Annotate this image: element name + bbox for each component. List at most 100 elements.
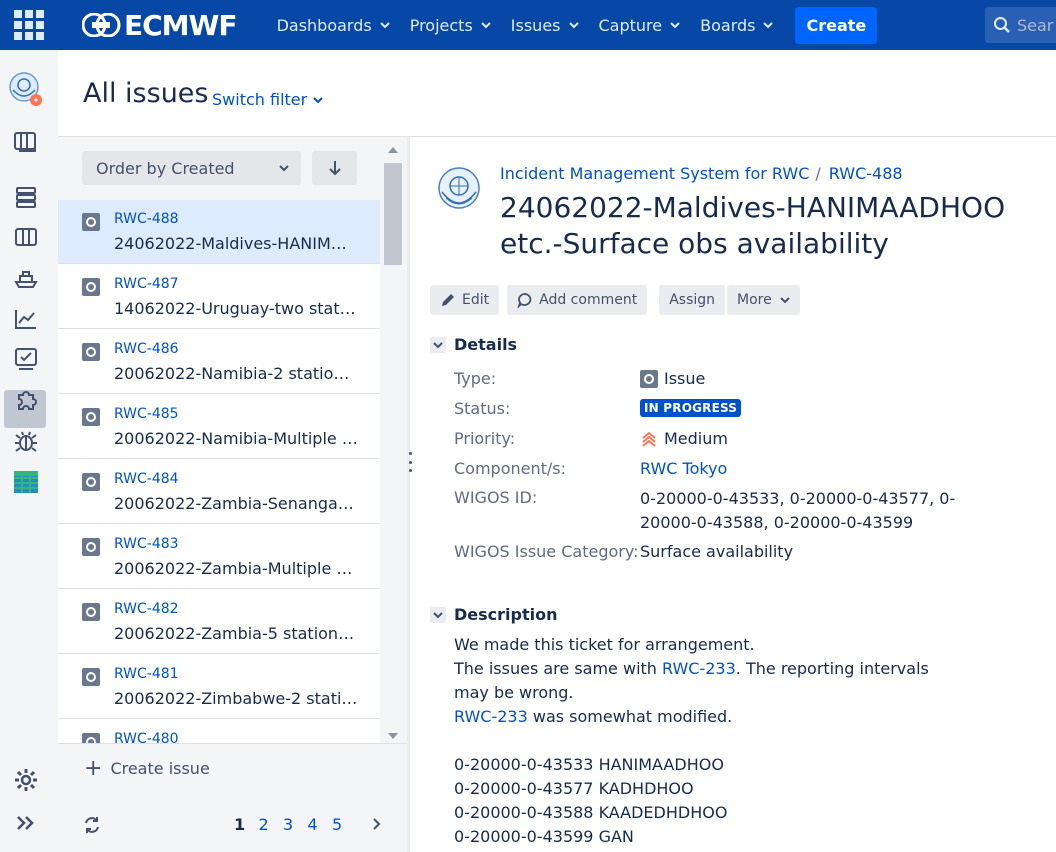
description-section-header[interactable]: Description (430, 605, 557, 624)
chevron-down-icon (780, 297, 790, 304)
station-line: 0-20000-0-43533 HANIMAADHOO (454, 755, 724, 774)
issue-list-item[interactable]: RWC-483 20062022-Zambia-Multiple station… (58, 525, 380, 589)
add-comment-button[interactable]: Add comment (507, 285, 648, 315)
bug-icon[interactable] (13, 428, 39, 454)
chevron-down-icon (763, 22, 774, 29)
pagination: 1 2 3 4 5 (58, 797, 407, 852)
assign-label: Assign (669, 292, 716, 308)
refresh-icon[interactable] (82, 815, 102, 835)
wigos-category-label: WIGOS Issue Category: (454, 542, 639, 561)
issue-key: RWC-483 (114, 536, 179, 552)
issue-list-item[interactable]: RWC-487 14062022-Uruguay-two stations-Su… (58, 265, 380, 329)
scroll-up-arrow[interactable] (388, 147, 398, 153)
search-placeholder: Sear (1017, 15, 1054, 35)
issue-list-item[interactable]: RWC-481 20062022-Zimbabwe-2 stations-Sur… (58, 655, 380, 719)
issue-link-rwc-233[interactable]: RWC-233 (454, 707, 528, 726)
switch-filter-button[interactable]: Switch filter (212, 90, 323, 109)
more-button[interactable]: More (727, 285, 800, 315)
priority-text: Medium (664, 429, 728, 448)
nav-projects[interactable]: Projects (400, 0, 501, 50)
status-value[interactable]: IN PROGRESS (640, 399, 742, 417)
breadcrumb-project-link[interactable]: Incident Management System for RWC (500, 164, 809, 183)
issue-type-icon (82, 213, 100, 231)
issue-summary: 24062022-Maldives-HANIMAADHOO etc.-Surfa… (114, 234, 358, 253)
description-line: RWC-233 was somewhat modified. (454, 705, 954, 729)
issue-summary: 20062022-Zambia-Multiple stations-Surfac… (114, 559, 358, 578)
sort-direction-button[interactable] (312, 151, 357, 185)
details-section-header[interactable]: Details (430, 335, 517, 354)
project-sidebar (0, 50, 58, 852)
create-issue-label: Create issue (110, 759, 210, 778)
issue-type-icon (82, 343, 100, 361)
issue-summary: 20062022-Namibia-Multiple stations-Surfa… (114, 429, 358, 448)
issue-summary: 20062022-Zambia-5 stations-Surface obs a… (114, 624, 358, 643)
issue-link-rwc-233[interactable]: RWC-233 (662, 659, 736, 678)
page-1[interactable]: 1 (234, 815, 259, 834)
grid-icon (14, 10, 44, 40)
priority-value: Medium (640, 429, 728, 448)
resize-handle-icon[interactable] (409, 452, 413, 472)
project-avatar[interactable] (7, 70, 43, 106)
nav-boards[interactable]: Boards (690, 0, 783, 50)
ship-icon[interactable] (13, 265, 39, 291)
description-line: We made this ticket for arrangement. (454, 635, 755, 654)
chevron-down-icon (379, 22, 390, 29)
breadcrumb-issue-link[interactable]: RWC-488 (829, 164, 903, 183)
issue-list-item[interactable]: RWC-482 20062022-Zambia-5 stations-Surfa… (58, 590, 380, 654)
page-5[interactable]: 5 (332, 815, 357, 834)
scroll-thumb[interactable] (384, 163, 402, 265)
page-numbers: 1 2 3 4 5 (234, 815, 357, 834)
type-label: Type: (454, 369, 497, 388)
nav-dashboards-label: Dashboards (276, 15, 372, 35)
addon-icon[interactable] (13, 387, 39, 413)
page-3[interactable]: 3 (283, 815, 308, 834)
settings-icon[interactable] (13, 767, 39, 793)
component-link[interactable]: RWC Tokyo (640, 459, 727, 478)
create-button[interactable]: Create (795, 6, 878, 44)
board-icon[interactable] (13, 129, 39, 155)
nav-capture[interactable]: Capture (589, 0, 691, 50)
issues-icon[interactable] (13, 346, 39, 372)
issue-list-item[interactable]: RWC-488 24062022-Maldives-HANIMAADHOO et… (58, 200, 380, 264)
issue-type-icon (82, 733, 100, 743)
issue-list-item[interactable]: RWC-486 20062022-Namibia-2 stations-Surf… (58, 330, 380, 394)
issue-type-icon (82, 473, 100, 491)
reports-icon[interactable] (13, 306, 39, 332)
create-issue-button[interactable]: + Create issue (58, 743, 407, 793)
scroll-down-arrow[interactable] (388, 733, 398, 739)
nav-dashboards[interactable]: Dashboards (267, 0, 400, 50)
logo-text: ECMWF (124, 8, 238, 42)
issue-type-icon (82, 538, 100, 556)
list-scrollbar[interactable] (382, 145, 404, 743)
page-4[interactable]: 4 (308, 815, 333, 834)
description-text: was somewhat modified. (527, 707, 733, 726)
edit-button[interactable]: Edit (430, 285, 500, 315)
ecmwf-logo[interactable]: ECMWF (82, 8, 238, 42)
table-icon[interactable] (13, 469, 39, 495)
details-title: Details (454, 335, 518, 354)
issue-list-panel: Order by Created RWC-488 24062022-Maldiv… (58, 137, 407, 852)
page-title: All issues (83, 78, 209, 109)
nav-boards-label: Boards (700, 15, 756, 35)
app-switcher-button[interactable] (0, 0, 58, 50)
issue-list-item[interactable]: RWC-480 (58, 720, 380, 743)
nav-issues[interactable]: Issues (501, 0, 589, 50)
assign-button[interactable]: Assign (659, 285, 726, 315)
issue-type-icon (82, 603, 100, 621)
chevron-right-icon[interactable] (371, 817, 381, 831)
panel-splitter[interactable] (407, 137, 410, 852)
search-input[interactable]: Sear (985, 7, 1056, 43)
issue-type-icon (82, 668, 100, 686)
issue-list-item[interactable]: RWC-485 20062022-Namibia-Multiple statio… (58, 395, 380, 459)
page-2[interactable]: 2 (259, 815, 284, 834)
issue-list-item[interactable]: RWC-484 20062022-Zambia-Senanga-Surface … (58, 460, 380, 524)
order-by-select[interactable]: Order by Created (82, 151, 301, 185)
expand-sidebar-icon[interactable] (13, 810, 39, 836)
wigos-category-value: Surface availability (640, 542, 794, 561)
backlog-icon[interactable] (13, 184, 39, 210)
issue-key: RWC-480 (114, 731, 179, 743)
columns-icon[interactable] (13, 224, 39, 250)
top-navigation: ECMWF Dashboards Projects Issues Capture… (0, 0, 1056, 50)
status-badge: IN PROGRESS (640, 399, 742, 417)
station-line: 0-20000-0-43588 KAADEDHDHOO (454, 803, 728, 822)
